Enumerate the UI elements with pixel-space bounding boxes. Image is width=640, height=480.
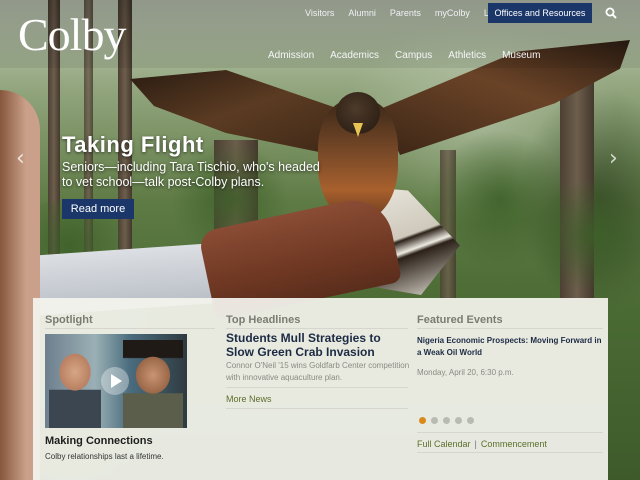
play-icon[interactable] [101,367,129,395]
event-title[interactable]: Nigeria Economic Prospects: Moving Forwa… [417,335,603,359]
event-pager [419,417,474,424]
headline-summary: Connor O'Neil '15 wins Goldfarb Center c… [226,361,410,382]
divider [45,328,215,329]
search-icon[interactable] [605,7,617,19]
nav-visitors[interactable]: Visitors [298,8,341,18]
nav-campus[interactable]: Campus [387,50,440,61]
full-calendar-link[interactable]: Full Calendar [417,439,471,449]
pager-dot-4[interactable] [455,417,462,424]
slide-title: Taking Flight [62,132,204,157]
pager-dot-5[interactable] [467,417,474,424]
spotlight-video-thumbnail[interactable] [45,334,187,428]
spotlight-column: Spotlight Making Connections Colby relat… [45,298,215,480]
event-links: Full Calendar | Commencement [417,439,547,449]
event-date: Monday, April 20, 6:30 p.m. [417,368,514,377]
headlines-column: Top Headlines Students Mull Strategies t… [226,298,410,480]
main-nav: Admission Academics Campus Athletics Mus… [260,50,548,61]
divider [417,432,603,433]
events-column: Featured Events Nigeria Economic Prospec… [417,298,603,480]
spotlight-title[interactable]: Making Connections [45,435,153,447]
more-news-link[interactable]: More News [226,394,272,404]
divider [417,328,603,329]
offices-resources-button[interactable]: Offices and Resources [488,3,592,23]
carousel-prev-icon[interactable]: ‹ [16,146,25,171]
top-bar: Colby Visitors Alumni Parents myColby Lo… [0,0,640,68]
divider [226,328,408,329]
headlines-heading: Top Headlines [226,314,301,326]
nav-admission[interactable]: Admission [260,50,322,61]
read-more-button[interactable]: Read more [62,199,134,219]
divider [226,387,408,388]
pager-dot-1[interactable] [419,417,426,424]
headline-title[interactable]: Students Mull Strategies to Slow Green C… [226,331,410,359]
pager-dot-3[interactable] [443,417,450,424]
pager-dot-2[interactable] [431,417,438,424]
feature-panel: Spotlight Making Connections Colby relat… [33,298,608,480]
nav-museum[interactable]: Museum [494,50,548,61]
nav-mycolby[interactable]: myColby [428,8,477,18]
divider [226,408,408,409]
utility-nav: Visitors Alumni Parents myColby Login [298,8,513,18]
link-separator: | [474,439,477,449]
spotlight-subtitle: Colby relationships last a lifetime. [45,452,164,461]
nav-alumni[interactable]: Alumni [341,8,383,18]
slide-description: Seniors—including Tara Tischio, who's he… [62,160,320,189]
commencement-link[interactable]: Commencement [481,439,547,449]
nav-athletics[interactable]: Athletics [440,50,494,61]
carousel-next-icon[interactable]: › [609,146,618,171]
nav-parents[interactable]: Parents [383,8,428,18]
spotlight-heading: Spotlight [45,314,93,326]
nav-academics[interactable]: Academics [322,50,387,61]
events-heading: Featured Events [417,314,503,326]
colby-logo[interactable]: Colby [18,8,126,61]
divider [417,452,603,453]
